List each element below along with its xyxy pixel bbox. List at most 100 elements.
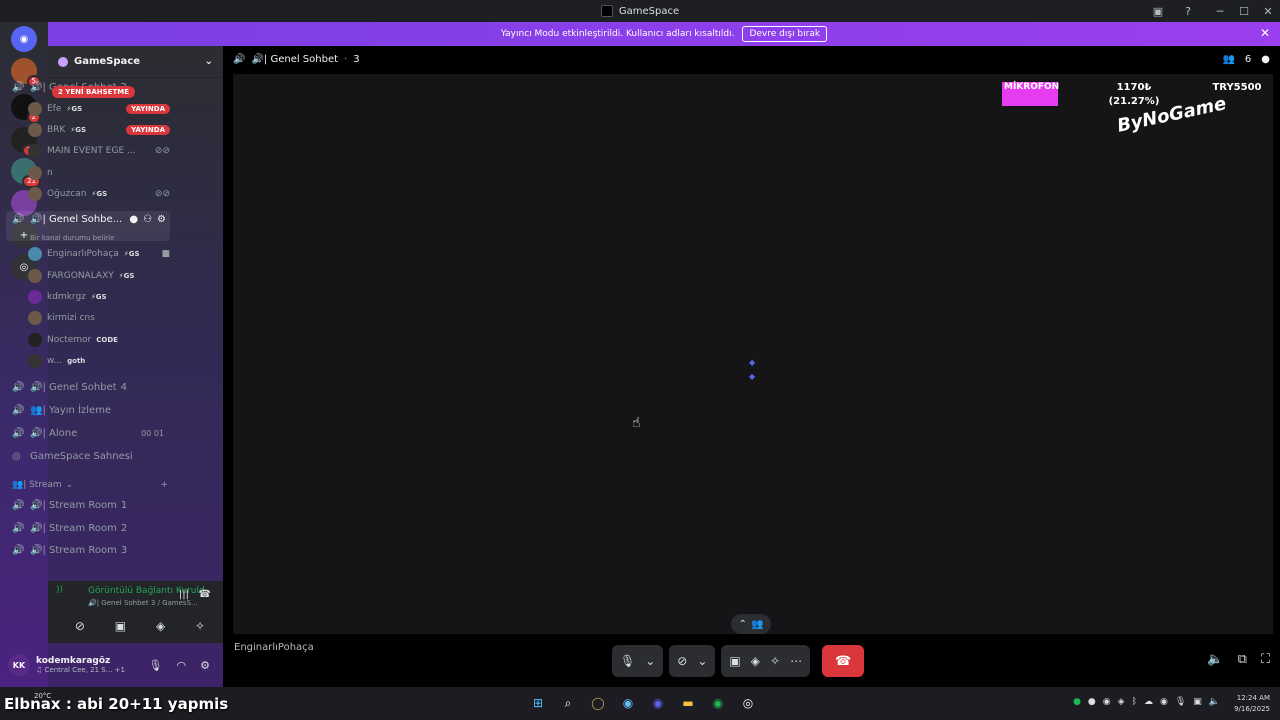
voice-member[interactable]: EnginarlıPohaça ⚡GS ■ (28, 244, 170, 264)
disable-streamer-mode-button[interactable]: Devre dışı bırak (742, 26, 828, 42)
close-icon[interactable]: ✕ (1260, 26, 1270, 40)
headphones-icon[interactable]: ◠ (177, 659, 187, 672)
app-icon[interactable]: ◯ (588, 693, 608, 713)
search-icon[interactable]: ⌕ (558, 693, 578, 713)
stage-icon: ◎ (12, 450, 21, 462)
gear-icon[interactable]: ⚙ (157, 214, 166, 225)
avatar[interactable]: KK (8, 654, 30, 676)
screen-share-icon[interactable]: ▣ (729, 654, 740, 668)
chevron-down-icon[interactable]: ⌄ (205, 56, 213, 67)
voice-channel-stream-room-2[interactable]: 🔊 🔊| Stream Room 2 (6, 518, 170, 538)
discord-icon[interactable]: ◉ (648, 693, 668, 713)
voice-member[interactable]: Oğuzcan ⚡GS ⊘⊘ (28, 184, 170, 204)
tray-icon[interactable]: ◈ (1118, 697, 1125, 707)
video-tile[interactable] (233, 74, 1273, 634)
app-icon[interactable]: ◎ (738, 693, 758, 713)
soundboard-icon[interactable]: ✧ (195, 619, 205, 633)
channel-count: 2 (120, 522, 128, 534)
disconnect-icon[interactable]: ☎ (199, 589, 211, 600)
steam-icon[interactable]: ◉ (618, 693, 638, 713)
volume-icon[interactable]: 🔈 (1209, 697, 1220, 707)
voice-member[interactable]: Noctemor CODE (28, 330, 170, 350)
chevron-down-icon[interactable]: ⌄ (697, 654, 707, 668)
avatar (28, 290, 42, 304)
avatar (28, 354, 42, 368)
expand-controls-button[interactable]: ⌃ 👥 (731, 614, 771, 634)
voice-icon: 🔊 (12, 427, 25, 439)
stage-channel-gamespace[interactable]: ◎ GameSpace Sahnesi (6, 446, 170, 466)
camera-off-icon[interactable]: ⊘ (75, 619, 85, 633)
voice-member[interactable]: n (28, 163, 170, 183)
help-icon[interactable]: ? (1178, 0, 1198, 22)
chevron-down-icon[interactable]: ⌄ (645, 654, 655, 668)
avatar (28, 247, 42, 261)
screen-share-icon[interactable]: ▣ (115, 619, 126, 633)
popout-icon[interactable]: ⧉ (1238, 652, 1247, 667)
soundboard-icon[interactable]: ✧ (770, 654, 780, 668)
bluetooth-icon[interactable]: ᛒ (1132, 697, 1137, 707)
gear-icon[interactable]: ⚙ (200, 659, 210, 672)
category-stream[interactable]: 👥| Stream ⌄ + (12, 480, 168, 490)
more-icon[interactable]: ⋯ (790, 654, 802, 668)
voice-connection-panel: )) Görüntülü Bağlantı Kuruld 🔊| Genel So… (48, 581, 223, 643)
clock-time: 12:24 AM (1236, 694, 1270, 702)
voice-member[interactable]: w... goth (28, 351, 170, 371)
voice-icon: 🔊 (12, 81, 25, 93)
channel-status-hint[interactable]: Bir kanal durumu belirle (30, 234, 114, 242)
activity-icon[interactable]: ◈ (751, 654, 760, 668)
chat-bubble-icon[interactable]: ● (1261, 54, 1270, 65)
voice-member[interactable]: Efe ⚡GS YAYINDA (28, 99, 170, 119)
microphone-tray-icon[interactable]: 🎙 (1175, 697, 1186, 707)
server-boost-icon (58, 56, 68, 67)
tray-icon[interactable]: ● (1088, 697, 1096, 707)
channel-label: 👥| Yayın İzleme (30, 404, 112, 416)
discord-home-icon[interactable]: ◉ (11, 26, 37, 52)
volume-icon[interactable]: 🔈 (1207, 652, 1223, 667)
fullscreen-icon[interactable]: ⛶ (1261, 652, 1270, 667)
activity-icon[interactable]: ◈ (156, 619, 165, 633)
spotify-tray-icon[interactable]: ● (1073, 697, 1081, 707)
add-channel-icon[interactable]: + (160, 480, 168, 490)
new-mentions-pill[interactable]: 2 YENİ BAHSETME (52, 86, 136, 98)
chat-icon[interactable]: ● (129, 214, 138, 225)
noise-suppression-icon[interactable]: ||| (179, 589, 189, 600)
voice-channel-stream-room-1[interactable]: 🔊 🔊| Stream Room 1 (6, 495, 170, 515)
microphone-icon[interactable]: 🎙 (620, 654, 635, 668)
voice-member[interactable]: kirmizi cns (28, 308, 170, 328)
minimize-button[interactable]: ─ (1208, 0, 1232, 22)
invite-icon[interactable]: ⚇ (143, 214, 152, 225)
voice-icon: 🔊 (12, 214, 25, 225)
close-button[interactable]: ✕ (1256, 0, 1280, 22)
camera-off-icon[interactable]: ⊘ (677, 654, 687, 668)
spotify-icon[interactable]: ◉ (708, 693, 728, 713)
maximize-button[interactable]: ☐ (1232, 0, 1256, 22)
member-name: n (47, 168, 53, 178)
voice-member[interactable]: BRK ⚡GS YAYINDA (28, 120, 170, 140)
voice-channel-yayin-izleme[interactable]: 🔊 👥| Yayın İzleme (6, 400, 170, 420)
tray-icon[interactable]: ◉ (1103, 697, 1111, 707)
voice-member[interactable]: FARGONALAXY ⚡GS (28, 266, 170, 286)
windows-start-icon[interactable]: ⊞ (528, 693, 548, 713)
stage-header-right: 👥 6 ● (1222, 54, 1270, 65)
participants-icon[interactable]: 👥 (1222, 54, 1234, 65)
voice-member[interactable]: kdmkrgz ⚡GS (28, 287, 170, 307)
voice-channel-stream-room-3[interactable]: 🔊 🔊| Stream Room 3 (6, 540, 170, 560)
screen-share-icon[interactable]: ▣ (1148, 0, 1168, 22)
cloud-icon[interactable]: ☁ (1144, 697, 1153, 707)
member-tag: ⚡GS (66, 105, 83, 113)
end-call-button[interactable]: ☎ (822, 645, 865, 677)
stage-header: 🔊 🔊| Genel Sohbet · 3 (233, 54, 360, 65)
microphone-icon[interactable]: 🎙 (149, 659, 163, 672)
stream-chat-overlay: Elbnax : abi 20+11 yapmis (4, 695, 229, 713)
windows-taskbar: 20°C Elbnax : abi 20+11 yapmis ⊞ ⌕ ◯ ◉ ◉… (0, 687, 1280, 720)
user-limit: 00 01 (141, 428, 164, 438)
voice-member[interactable]: MAIN EVENT EGE ... ⊘⊘ (28, 141, 170, 161)
steam-tray-icon[interactable]: ◉ (1160, 697, 1168, 707)
network-icon[interactable]: ▣ (1193, 697, 1202, 707)
server-header[interactable]: GameSpace ⌄ (48, 46, 223, 78)
clock[interactable]: 12:24 AM 9/16/2025 (1234, 693, 1270, 715)
voice-channel-alone[interactable]: 🔊 🔊| Alone 00 01 (6, 423, 170, 443)
member-tag: ⚡GS (123, 250, 140, 258)
voice-channel-genel-sohbet-4[interactable]: 🔊 🔊| Genel Sohbet 4 (6, 377, 170, 397)
file-explorer-icon[interactable]: ▬ (678, 693, 698, 713)
